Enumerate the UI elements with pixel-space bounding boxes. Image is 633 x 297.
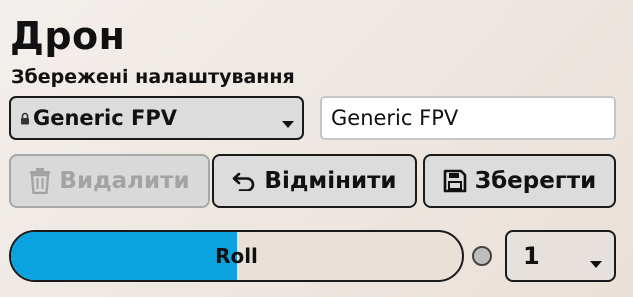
save-button-label: Зберегти: [474, 168, 597, 194]
roll-slider[interactable]: Roll: [9, 230, 464, 282]
delete-button-label: Видалити: [59, 168, 190, 194]
caret-down-icon: [282, 114, 294, 128]
undo-icon: [232, 171, 256, 191]
save-button[interactable]: Зберегти: [423, 154, 616, 208]
caret-down-icon: [590, 254, 602, 268]
preset-select[interactable]: Generic FPV: [9, 96, 304, 140]
roll-slider-label: Roll: [215, 244, 258, 268]
status-indicator: [472, 246, 492, 266]
undo-button-label: Відмінити: [264, 168, 397, 194]
page-title: Дрон: [10, 14, 126, 58]
lock-icon: [20, 111, 30, 125]
channel-select[interactable]: 1: [505, 230, 616, 282]
saved-settings-heading: Збережені налаштування: [11, 66, 295, 88]
preset-name-input[interactable]: [320, 96, 616, 140]
trash-icon: [29, 168, 51, 194]
preset-select-value: Generic FPV: [33, 105, 177, 130]
undo-button[interactable]: Відмінити: [212, 154, 417, 208]
delete-button[interactable]: Видалити: [9, 154, 210, 208]
channel-select-value: 1: [523, 242, 540, 270]
floppy-disk-icon: [443, 169, 467, 193]
